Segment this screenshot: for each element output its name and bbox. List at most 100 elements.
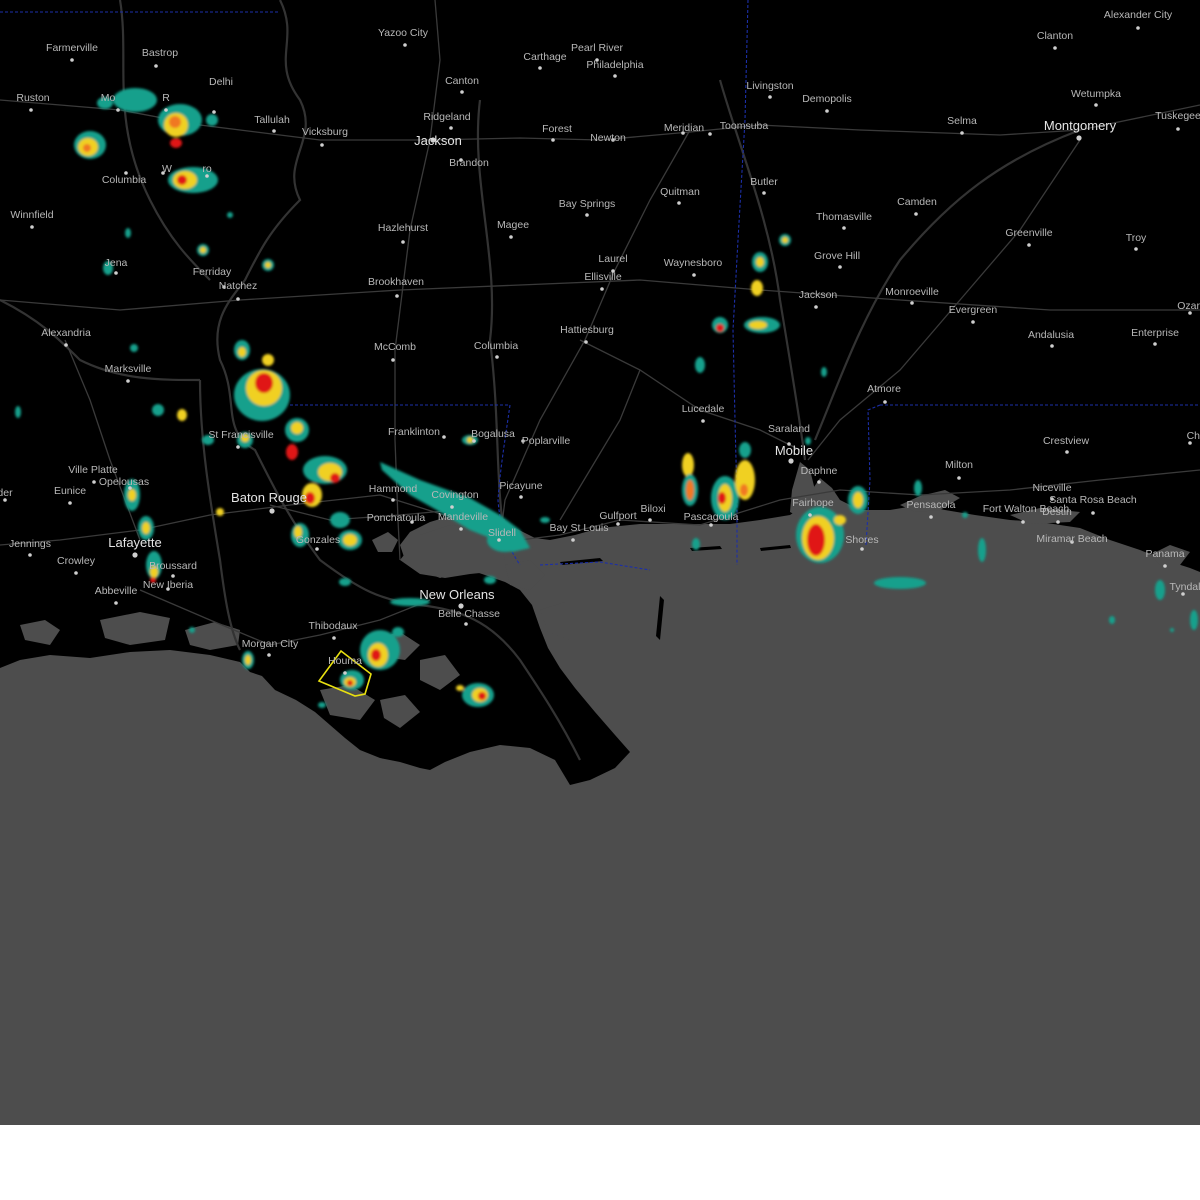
city-marker-forest [551, 138, 555, 142]
city-marker-bay-st-louis [571, 538, 575, 542]
city-marker-montgomery [1076, 135, 1082, 141]
city-marker-shores [860, 547, 864, 551]
radar-map-canvas: Farmerville Bastrop Yazoo City Carthage Pear… [0, 0, 1200, 1125]
city-label-yazoo-city: Yazoo City [378, 27, 429, 39]
city-label-mccomb: McComb [374, 341, 416, 353]
city-marker-gonzales [315, 547, 319, 551]
city-label-delhi: Delhi [209, 76, 233, 88]
city-label-houma: Houma [328, 655, 362, 667]
city-marker-destin [1056, 520, 1060, 524]
city-label-crestview: Crestview [1043, 435, 1090, 447]
city-marker-toomsuba [708, 132, 712, 136]
city-marker-lafayette [132, 552, 138, 558]
city-label-alexander-city: Alexander City [1104, 9, 1173, 21]
city-label-pearl-river: Pearl River [571, 42, 623, 54]
city-label-columbia: Columbia [474, 340, 519, 352]
city-label-greenville: Greenville [1005, 227, 1052, 239]
radar-map[interactable]: Farmerville Bastrop Yazoo City Carthage Pear… [0, 0, 1200, 1125]
city-marker-mandeville [459, 527, 463, 531]
city-marker-marksville [126, 379, 130, 383]
city-marker-franklinton [442, 435, 446, 439]
city-marker-crowley [74, 571, 78, 575]
city-label-meridian: Meridian [664, 122, 704, 134]
city-label-forest: Forest [542, 123, 572, 135]
city-label-miramar-beach: Miramar Beach [1036, 533, 1107, 545]
city-marker-demopolis [825, 109, 829, 113]
city-marker-mo [116, 108, 120, 112]
city-marker-philadelphia [613, 74, 617, 78]
city-marker-carthage [538, 66, 542, 70]
city-label-poplarville: Poplarville [522, 435, 571, 447]
city-label-ruston: Ruston [16, 92, 49, 104]
city-marker-brookhaven [395, 294, 399, 298]
city-label-jackson: Jackson [414, 133, 462, 148]
city-label-opelousas: Opelousas [99, 476, 149, 488]
city-marker-jackson [814, 305, 818, 309]
city-marker-gulfport [616, 522, 620, 526]
city-label-milton: Milton [945, 459, 973, 471]
city-label-fairhope: Fairhope [792, 497, 834, 509]
city-label-ro: ro [202, 163, 211, 175]
city-label-new-iberia: New Iberia [143, 579, 193, 591]
city-label-evergreen: Evergreen [949, 304, 998, 316]
city-marker-fort-walton-beach [1021, 520, 1025, 524]
city-label-tuskegee: Tuskegee [1155, 110, 1200, 122]
city-label-toomsuba: Toomsuba [720, 120, 769, 132]
city-marker-bay-springs [585, 213, 589, 217]
city-label-mo: Mo [101, 92, 116, 104]
city-label-bay-springs: Bay Springs [559, 198, 616, 210]
city-label-ferriday: Ferriday [193, 266, 232, 278]
city-marker-baton-rouge [269, 508, 275, 514]
city-label-ridgeland: Ridgeland [423, 111, 470, 123]
city-marker-butler [762, 191, 766, 195]
bottom-strip [0, 1125, 1200, 1200]
city-label-clanton: Clanton [1037, 30, 1073, 42]
city-label-covington: Covington [431, 489, 478, 501]
city-marker-covington [450, 505, 454, 509]
city-label-jackson: Jackson [799, 289, 838, 301]
city-marker-lucedale [701, 419, 705, 423]
city-label-ville-platte: Ville Platte [68, 464, 118, 476]
city-marker-belle-chasse [464, 622, 468, 626]
city-marker-waynesboro [692, 273, 696, 277]
city-marker-greenville [1027, 243, 1031, 247]
city-label-grove-hill: Grove Hill [814, 250, 860, 262]
city-label-selma: Selma [947, 115, 977, 127]
city-label-saraland: Saraland [768, 423, 810, 435]
city-label-natchez: Natchez [219, 280, 258, 292]
city-label-baton-rouge: Baton Rouge [231, 490, 307, 505]
city-marker-hazlehurst [401, 240, 405, 244]
city-label-demopolis: Demopolis [802, 93, 852, 105]
city-label-bastrop: Bastrop [142, 47, 178, 59]
city-label-quitman: Quitman [660, 186, 700, 198]
city-label-waynesboro: Waynesboro [664, 257, 723, 269]
city-label-shores: Shores [845, 534, 878, 546]
city-marker-camden [914, 212, 918, 216]
city-marker-broussard [171, 574, 175, 578]
city-label-eunice: Eunice [54, 485, 86, 497]
city-label-jena: Jena [105, 257, 128, 269]
city-label-wetumpka: Wetumpka [1071, 88, 1121, 100]
city-label-livingston: Livingston [746, 80, 793, 92]
city-marker-quitman [677, 201, 681, 205]
city-marker-daphne [817, 480, 821, 484]
city-marker-evergreen [971, 320, 975, 324]
city-marker-ville-platte [92, 480, 96, 484]
city-marker-monroeville [910, 301, 914, 305]
city-label-abbeville: Abbeville [95, 585, 138, 597]
city-label-tallulah: Tallulah [254, 114, 290, 126]
city-marker-natchez [236, 297, 240, 301]
city-label-belle-chasse: Belle Chasse [438, 608, 500, 620]
city-marker-panama [1163, 564, 1167, 568]
city-marker-troy [1134, 247, 1138, 251]
city-label-destin: Destin [1042, 506, 1072, 518]
city-label-farmerville: Farmerville [46, 42, 98, 54]
city-label-ozar: Ozar [1177, 300, 1200, 312]
city-label-hazlehurst: Hazlehurst [378, 222, 428, 234]
city-label-ponchatoula: Ponchatoula [367, 512, 426, 524]
city-marker-crestview [1065, 450, 1069, 454]
city-label-daphne: Daphne [801, 465, 838, 477]
city-label-troy: Troy [1126, 232, 1147, 244]
city-marker-atmore [883, 400, 887, 404]
city-marker-selma [960, 131, 964, 135]
